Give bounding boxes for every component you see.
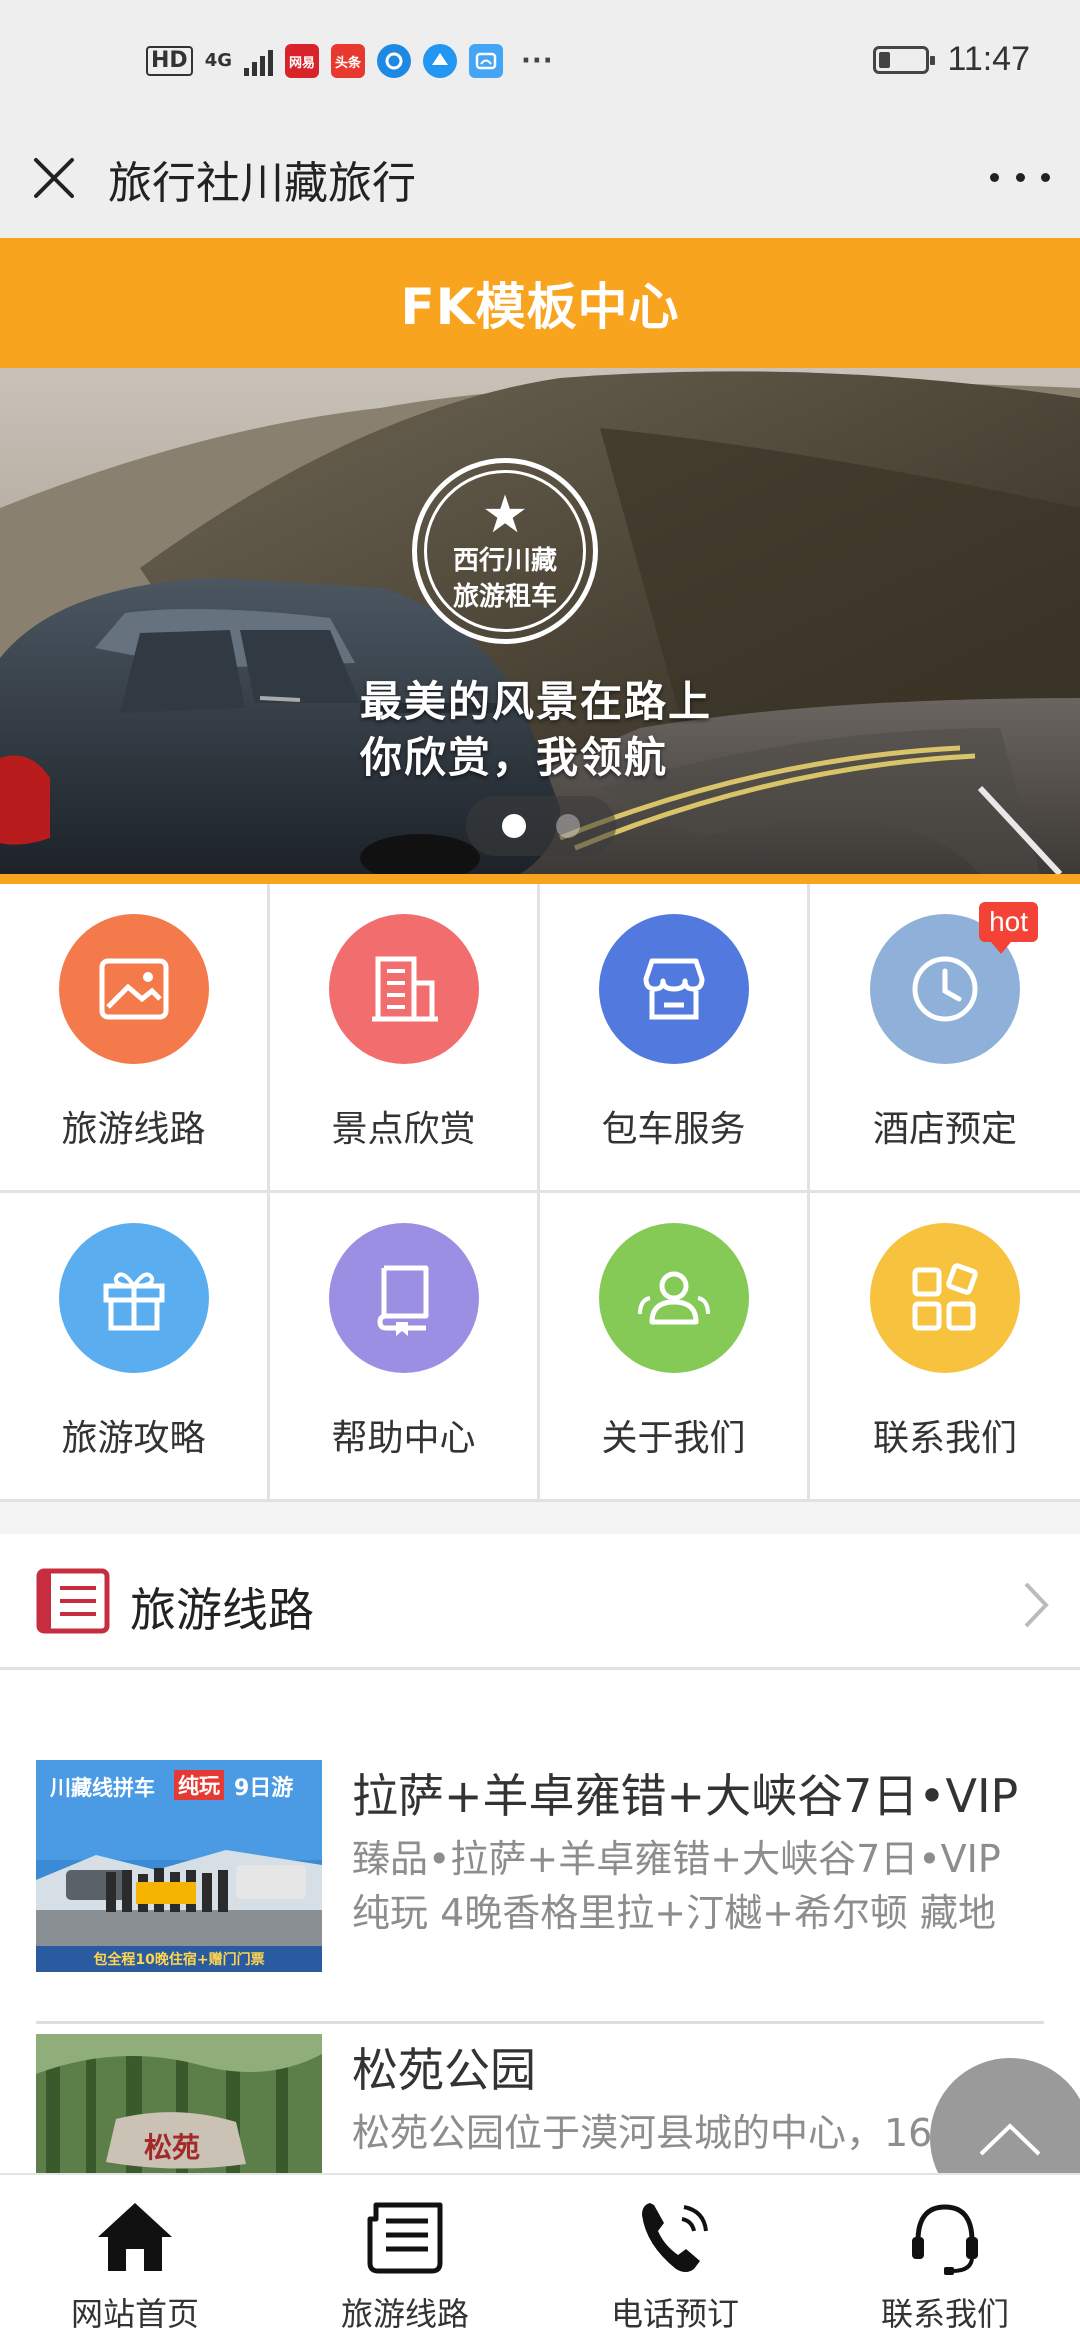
nav-label: 电话预订: [610, 2295, 739, 2333]
banner-slogan-line1: 最美的风景在路上: [360, 677, 713, 726]
banner-accent-line: [0, 874, 1080, 884]
security-app-icon: [377, 44, 411, 78]
users-icon: [598, 1223, 749, 1373]
more-notifications-icon: ···: [521, 46, 554, 76]
list-item[interactable]: 川藏线拼车 纯玩 9日游 包全程10晚住宿+赠门门票 拉萨+羊卓雍错+大峡谷7日…: [36, 1760, 1044, 2024]
network-type: 4G: [204, 50, 232, 71]
nav-home[interactable]: 网站首页: [0, 2175, 270, 2340]
signal-icon: [244, 46, 273, 76]
toutiao-app-icon: 头条: [331, 44, 365, 78]
cloud-app-icon: [469, 44, 503, 78]
category-label: 景点欣赏: [331, 1109, 476, 1150]
gift-icon: [58, 1223, 209, 1373]
site-title: FK模板中心: [400, 278, 680, 336]
emblem-line2: 旅游租车: [452, 582, 557, 612]
building-icon: [328, 914, 479, 1064]
category-travel-guides[interactable]: 旅游攻略: [0, 1193, 270, 1502]
chevron-right-icon: [1024, 1582, 1049, 1628]
category-label: 酒店预定: [872, 1109, 1017, 1150]
banner-slogan-line2: 你欣赏，我领航: [360, 733, 669, 782]
nav-label: 网站首页: [70, 2295, 199, 2333]
webview-title-bar: 旅行社川藏旅行: [0, 132, 1080, 238]
category-contact-us[interactable]: 联系我们: [810, 1193, 1080, 1502]
page-title: 旅行社川藏旅行: [108, 158, 416, 209]
thumb-stone-text: 松苑: [144, 2131, 201, 2164]
more-dot-icon: [1015, 172, 1025, 182]
battery-level: [879, 51, 891, 68]
image-icon: [58, 914, 209, 1064]
battery-icon: [873, 45, 936, 74]
emblem-line1: 西行川藏: [452, 546, 557, 576]
thumb-heading: 川藏线拼车: [50, 1776, 155, 1800]
category-label: 旅游攻略: [61, 1418, 206, 1459]
star-icon: ★: [481, 485, 529, 545]
category-about-us[interactable]: 关于我们: [540, 1193, 810, 1502]
thumb-footer: 包全程10晚住宿+赠门门票: [93, 1952, 265, 1968]
category-travel-routes[interactable]: 旅游线路: [0, 884, 270, 1193]
route-title: 拉萨+羊卓雍错+大峡谷7日•VIP: [352, 1769, 1019, 1823]
category-attractions[interactable]: 景点欣赏: [270, 884, 540, 1193]
status-bar: HD 4G 网易 头条 ··· 11:47: [0, 0, 1080, 132]
nav-label: 旅游线路: [340, 2295, 469, 2333]
route-thumbnail: 川藏线拼车 纯玩 9日游 包全程10晚住宿+赠门门票: [36, 1760, 322, 1972]
hd-indicator: HD: [146, 46, 193, 76]
category-label: 包车服务: [601, 1109, 746, 1150]
browser-app-icon: [423, 44, 457, 78]
close-button[interactable]: [28, 152, 80, 204]
status-bar-left: HD 4G 网易 头条 ···: [146, 44, 554, 78]
store-icon: [598, 914, 749, 1064]
more-options-button[interactable]: [990, 162, 1050, 192]
carousel-dot-active[interactable]: [502, 814, 526, 838]
phone-icon: [642, 2203, 708, 2272]
category-label: 联系我们: [872, 1418, 1017, 1459]
route-thumbnail: 松苑: [36, 2034, 322, 2173]
chevron-up-icon: [979, 2123, 1041, 2156]
more-dot-icon: [990, 172, 999, 182]
netease-news-app-icon: 网易: [285, 44, 319, 78]
banner-emblem: ★ 西行川藏 旅游租车: [412, 458, 598, 644]
nav-contact-us[interactable]: 联系我们: [810, 2175, 1080, 2340]
carousel-dot[interactable]: [556, 814, 580, 838]
nav-phone-booking[interactable]: 电话预订: [540, 2175, 810, 2340]
category-hotel-booking[interactable]: hot 酒店预定: [810, 884, 1080, 1193]
travel-routes-section-header[interactable]: 旅游线路: [0, 1534, 1080, 1670]
nav-label: 联系我们: [880, 2295, 1009, 2333]
category-grid: 旅游线路 景点欣赏 包车服务 hot 酒店预定 旅游攻略 帮助中心 关于我们 联…: [0, 884, 1080, 1502]
category-label: 关于我们: [601, 1418, 746, 1459]
list-item[interactable]: 松苑 松苑公园 松苑公园位于漠河县城的中心，16: [36, 2034, 1044, 2173]
book-icon: [328, 1223, 479, 1373]
nav-travel-routes[interactable]: 旅游线路: [270, 2175, 540, 2340]
hot-badge: hot: [979, 902, 1038, 954]
section-title: 旅游线路: [130, 1583, 314, 1637]
newspaper-icon: [367, 2202, 443, 2274]
route-description-line2: 纯玩 4晚香格里拉+汀樾+希尔顿 藏地: [352, 1891, 997, 1935]
thumb-tag: 纯玩: [174, 1770, 224, 1800]
bottom-navigation: 网站首页 旅游线路 电话预订 联系我们: [0, 2173, 1080, 2340]
home-icon: [98, 2203, 172, 2271]
status-bar-right: 11:47: [873, 40, 1030, 79]
carousel-indicator: [466, 796, 616, 856]
route-list: 川藏线拼车 纯玩 9日游 包全程10晚住宿+赠门门票 拉萨+羊卓雍错+大峡谷7日…: [0, 1670, 1080, 2173]
close-icon: [34, 158, 74, 198]
clock-time: 11:47: [947, 40, 1030, 78]
site-header: FK模板中心: [0, 238, 1080, 368]
apps-icon: [870, 1223, 1020, 1373]
category-help-center[interactable]: 帮助中心: [270, 1193, 540, 1502]
category-label: 帮助中心: [331, 1418, 476, 1459]
thumb-days: 9日游: [234, 1776, 294, 1801]
headset-icon: [912, 2204, 978, 2275]
category-charter-service[interactable]: 包车服务: [540, 884, 810, 1193]
banner-carousel[interactable]: ★ 西行川藏 旅游租车 最美的风景在路上 你欣赏，我领航: [0, 368, 1080, 874]
category-label: 旅游线路: [61, 1109, 206, 1150]
route-description-line1: 臻品•拉萨+羊卓雍错+大峡谷7日•VIP: [352, 1837, 1001, 1881]
list-document-icon: [36, 1568, 110, 1634]
more-dot-icon: [1041, 172, 1050, 182]
